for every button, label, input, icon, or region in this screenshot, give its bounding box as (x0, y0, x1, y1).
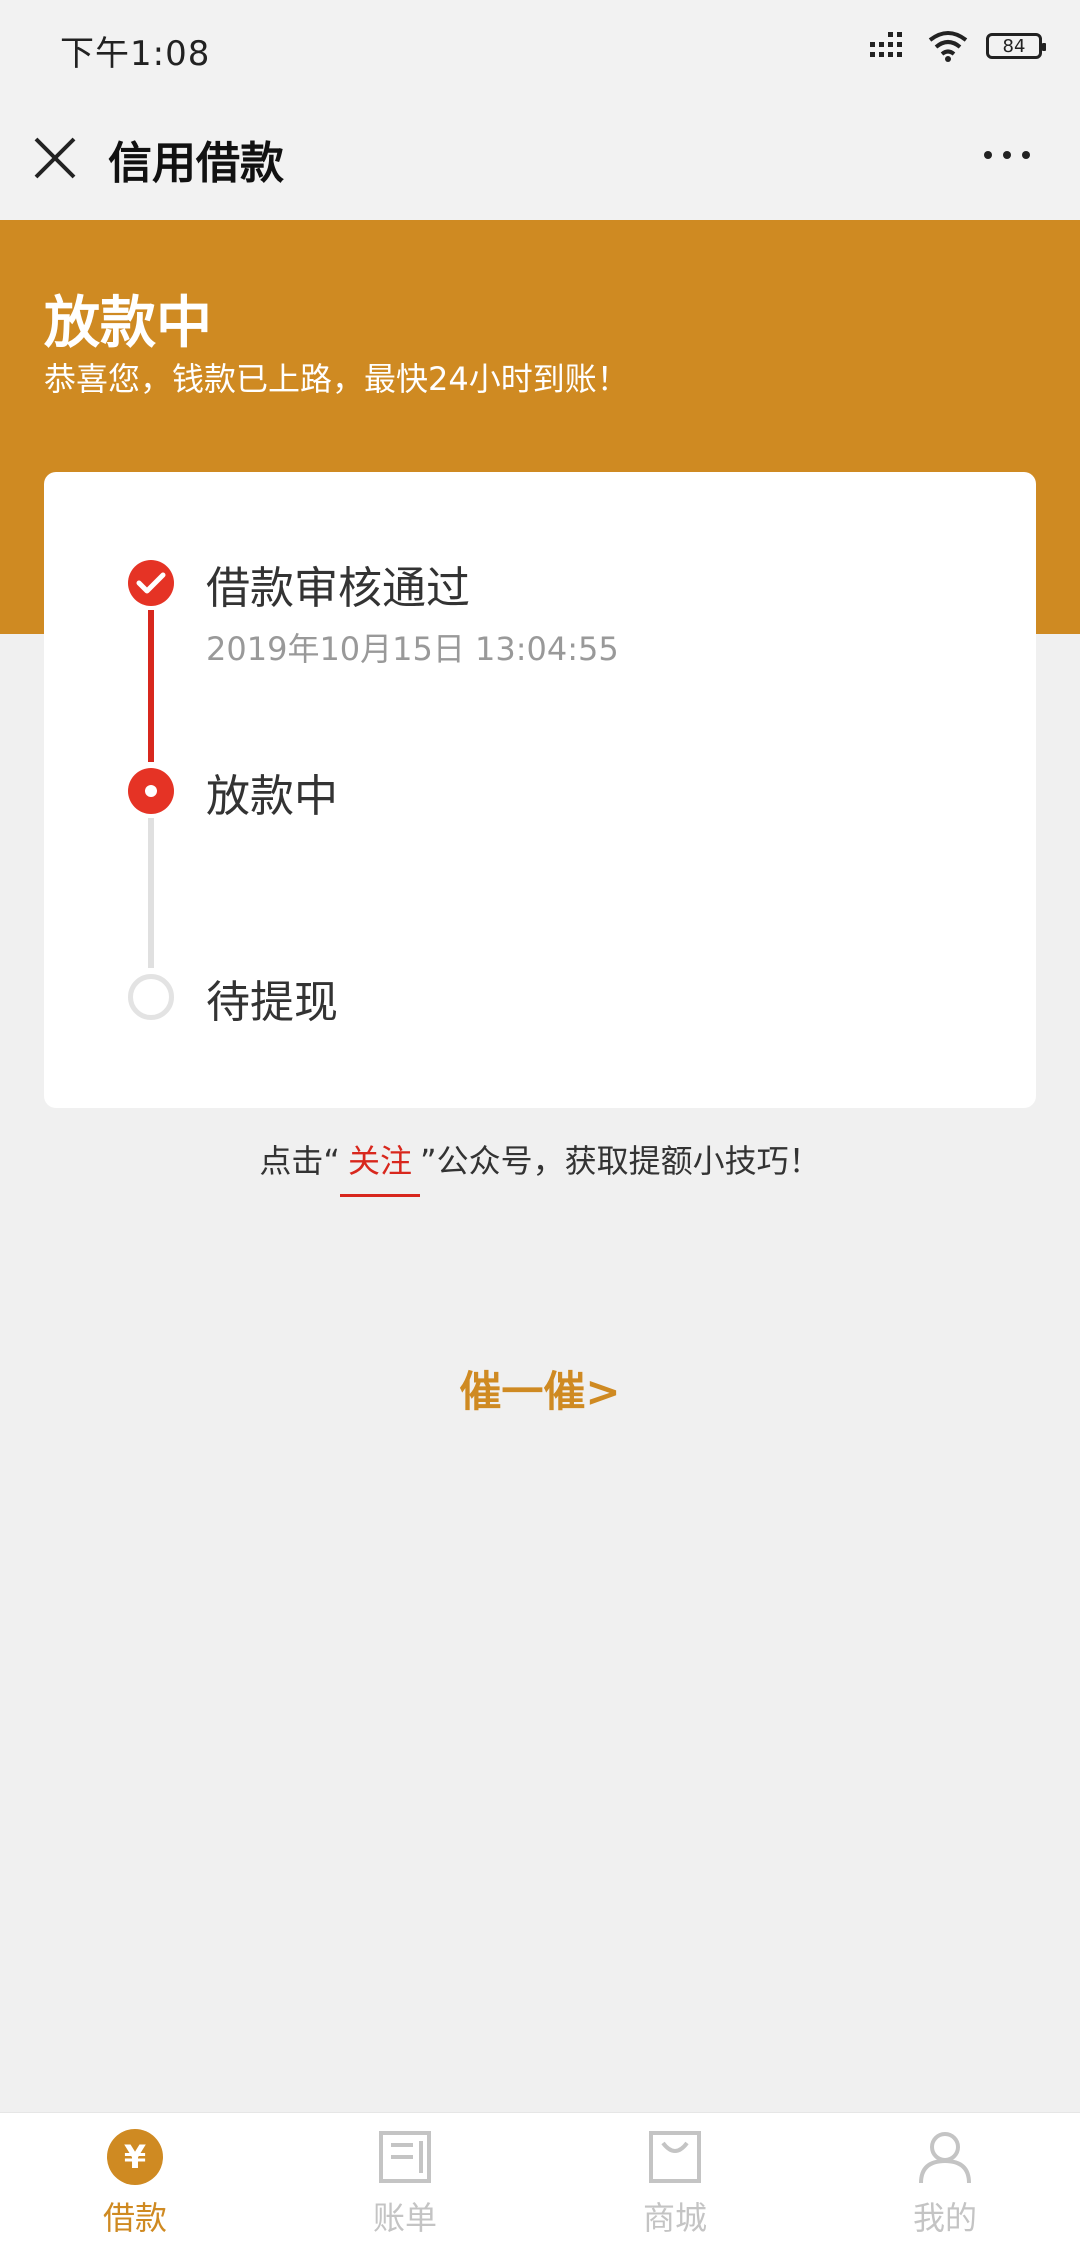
step-label-pending-withdraw: 待提现 (206, 977, 338, 1028)
follow-hint-prefix: 点击“ (259, 1142, 340, 1180)
signal-icon (870, 32, 902, 57)
tab-label: 商城 (642, 2199, 707, 2237)
bottom-tab-bar: ¥ 借款 账单 商城 我的 (0, 2112, 1080, 2249)
svg-text:¥: ¥ (124, 2138, 146, 2176)
battery-icon: 84 (986, 33, 1046, 59)
follow-hint-suffix: ”公众号，获取提额小技巧！ (420, 1142, 821, 1180)
step-active-icon (128, 768, 174, 814)
step-pending-icon (128, 974, 174, 1020)
progress-card: 借款审核通过 2019年10月15日 13:04:55 放款中 待提现 (44, 472, 1036, 1108)
yuan-icon: ¥ (105, 2127, 165, 2187)
profile-icon (915, 2127, 975, 2187)
urge-button[interactable]: 催一催> (0, 1358, 1080, 1419)
status-bar: 下午1:08 84 (0, 0, 1080, 95)
follow-hint: 点击“ 关注 ”公众号，获取提额小技巧！ (0, 1136, 1080, 1197)
banner-title: 放款中 (44, 291, 212, 356)
wifi-icon (928, 31, 968, 62)
step-label-disbursing: 放款中 (206, 771, 338, 822)
step-label-review-passed: 借款审核通过 (206, 563, 470, 614)
tab-label: 借款 (102, 2199, 167, 2237)
status-icons: 84 (870, 26, 1046, 66)
status-time: 下午1:08 (60, 34, 211, 74)
tab-bill[interactable]: 账单 (270, 2113, 540, 2249)
battery-level: 84 (1002, 35, 1026, 57)
step-done-icon (128, 560, 174, 606)
follow-link[interactable]: 关注 (339, 1142, 420, 1197)
check-icon (136, 572, 166, 594)
tab-mine[interactable]: 我的 (810, 2113, 1080, 2249)
shop-bag-icon (645, 2127, 705, 2187)
step-connector-pending (148, 818, 154, 968)
page-title: 信用借款 (108, 138, 284, 189)
tab-shop[interactable]: 商城 (540, 2113, 810, 2249)
tab-label: 我的 (912, 2199, 977, 2237)
step-time-review-passed: 2019年10月15日 13:04:55 (206, 630, 619, 668)
active-dot-icon (145, 785, 157, 797)
tab-label: 账单 (372, 2199, 437, 2237)
banner-subtitle: 恭喜您，钱款已上路，最快24小时到账！ (44, 360, 629, 398)
tab-loan[interactable]: ¥ 借款 (0, 2113, 270, 2249)
bill-icon (375, 2127, 435, 2187)
close-icon[interactable] (30, 133, 80, 183)
step-connector-done (148, 610, 154, 762)
nav-bar: 信用借款 (0, 95, 1080, 220)
more-icon[interactable] (982, 145, 1032, 165)
